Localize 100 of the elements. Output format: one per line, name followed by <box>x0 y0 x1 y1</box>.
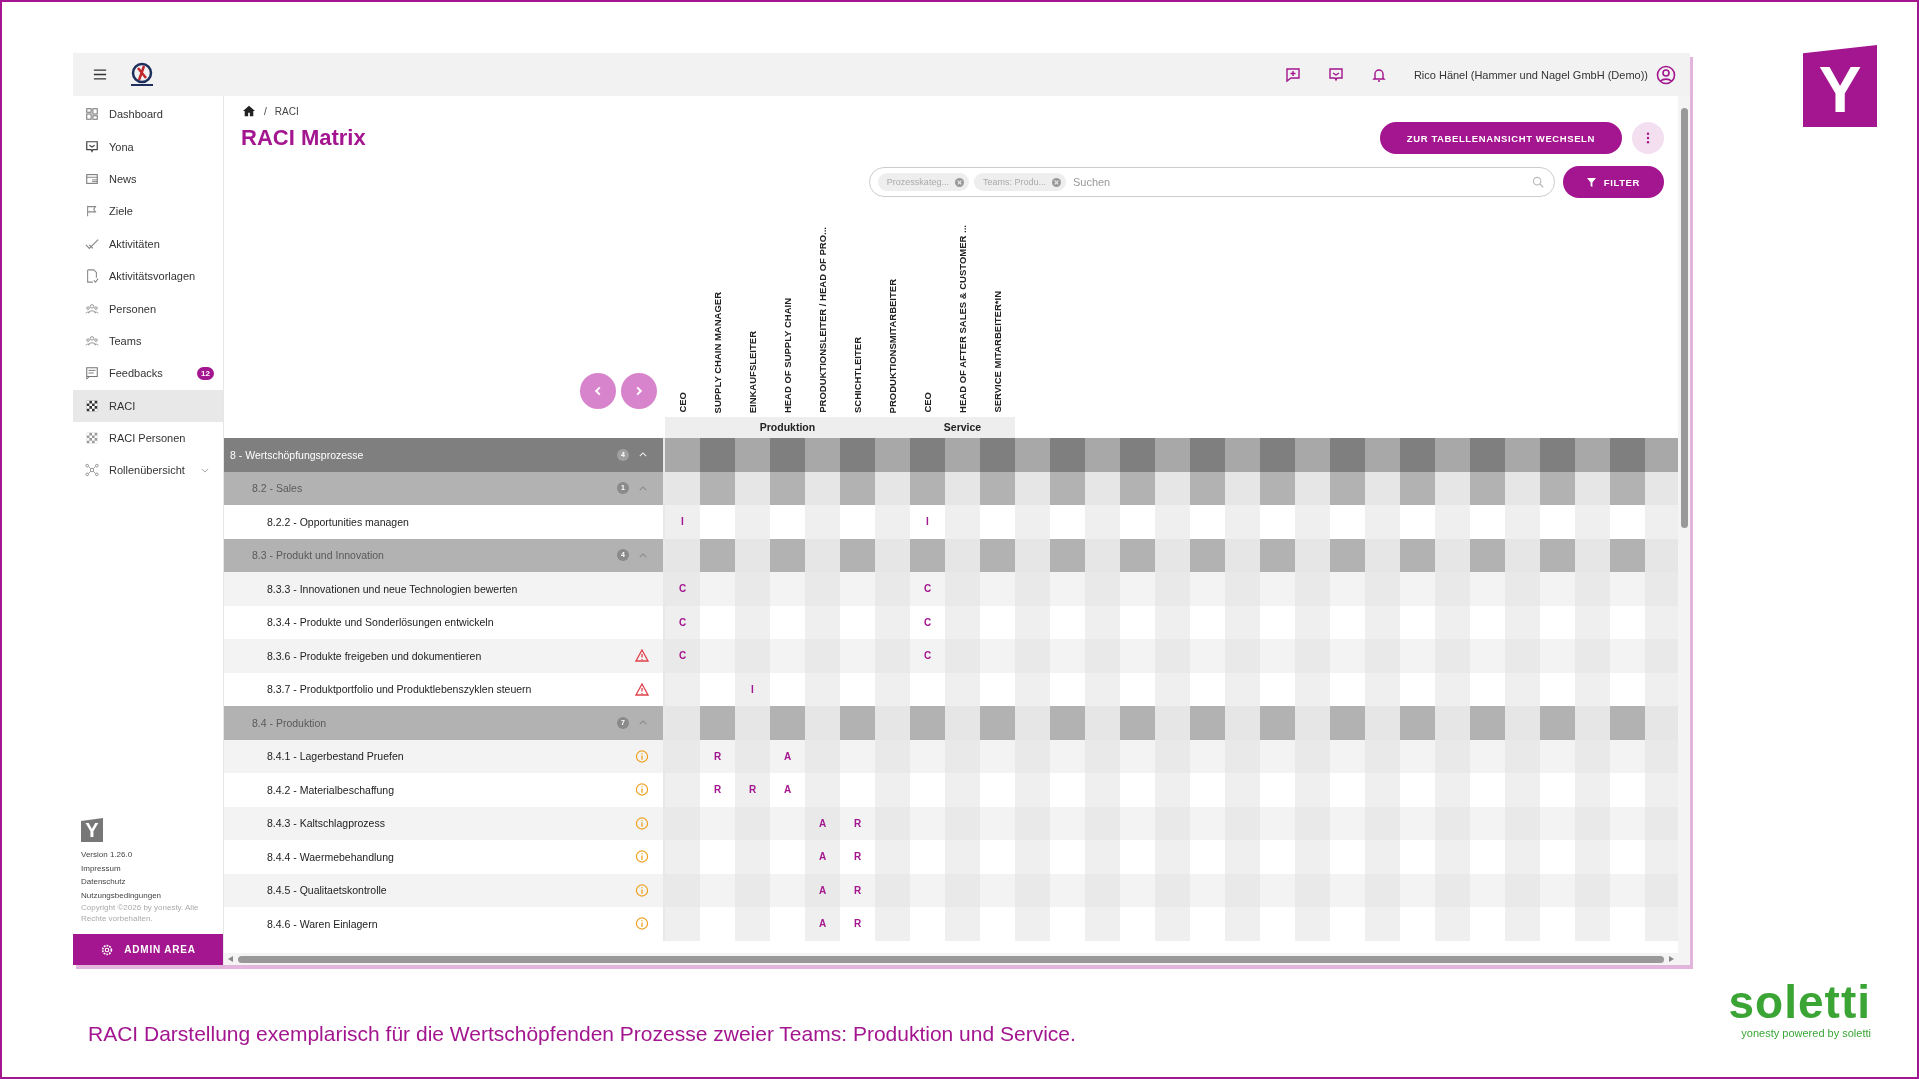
matrix-cell[interactable] <box>1295 438 1330 472</box>
matrix-cell[interactable]: C <box>665 572 700 606</box>
matrix-cell[interactable]: R <box>840 806 875 840</box>
matrix-cell[interactable] <box>1540 438 1575 472</box>
footer-link[interactable]: Datenschutz <box>81 875 223 889</box>
matrix-cell[interactable]: C <box>665 605 700 639</box>
matrix-cell[interactable] <box>1435 739 1470 773</box>
matrix-cell[interactable] <box>910 538 945 572</box>
matrix-cell[interactable] <box>1225 538 1260 572</box>
matrix-cell[interactable] <box>1435 538 1470 572</box>
matrix-cell[interactable] <box>1365 471 1400 505</box>
matrix-cell[interactable] <box>980 538 1015 572</box>
matrix-cell[interactable] <box>1470 572 1505 606</box>
matrix-cell[interactable] <box>840 706 875 740</box>
matrix-cell[interactable] <box>1050 438 1085 472</box>
matrix-cell[interactable] <box>1295 739 1330 773</box>
breadcrumb-item[interactable]: RACI <box>274 105 299 117</box>
matrix-cell[interactable] <box>1295 706 1330 740</box>
matrix-cell[interactable] <box>770 572 805 606</box>
admin-area-button[interactable]: ADMIN AREA <box>73 934 223 965</box>
matrix-cell[interactable] <box>1120 706 1155 740</box>
matrix-cell[interactable] <box>1225 706 1260 740</box>
matrix-cell[interactable] <box>1540 471 1575 505</box>
matrix-cell[interactable] <box>945 672 980 706</box>
matrix-cell[interactable] <box>1645 471 1678 505</box>
matrix-cell[interactable] <box>665 471 700 505</box>
process-row[interactable]: 8.4.5 - Qualitaetskontrolle <box>224 873 665 907</box>
matrix-cell[interactable] <box>1330 572 1365 606</box>
matrix-cell[interactable] <box>1575 672 1610 706</box>
matrix-cell[interactable] <box>875 538 910 572</box>
matrix-cell[interactable] <box>805 739 840 773</box>
matrix-cell[interactable] <box>875 739 910 773</box>
sidebar-item[interactable]: Aktivitäten <box>73 227 223 260</box>
matrix-cell[interactable]: C <box>665 639 700 673</box>
matrix-cell[interactable] <box>735 739 770 773</box>
matrix-cell[interactable] <box>1645 505 1678 539</box>
matrix-cell[interactable] <box>1155 438 1190 472</box>
matrix-cell[interactable] <box>1225 672 1260 706</box>
matrix-cell[interactable] <box>1155 572 1190 606</box>
matrix-cell[interactable] <box>665 739 700 773</box>
matrix-cell[interactable] <box>1190 538 1225 572</box>
matrix-cell[interactable] <box>1050 706 1085 740</box>
matrix-cell[interactable] <box>770 471 805 505</box>
matrix-cell[interactable] <box>875 706 910 740</box>
matrix-cell[interactable]: A <box>805 840 840 874</box>
sidebar-item[interactable]: Dashboard <box>73 98 223 131</box>
matrix-cell[interactable] <box>1015 438 1050 472</box>
menu-icon[interactable] <box>93 69 107 80</box>
matrix-cell[interactable] <box>1260 438 1295 472</box>
matrix-cell[interactable] <box>1645 672 1678 706</box>
footer-link[interactable]: Impressum <box>81 861 223 875</box>
matrix-cell[interactable]: C <box>910 639 945 673</box>
matrix-cell[interactable] <box>1330 438 1365 472</box>
matrix-cell[interactable] <box>735 572 770 606</box>
process-row[interactable]: 8.4.3 - Kaltschlagprozess <box>224 806 665 840</box>
matrix-cell[interactable] <box>1085 739 1120 773</box>
matrix-cell[interactable] <box>1610 438 1645 472</box>
sidebar-item[interactable]: Rollenübersicht <box>73 454 223 487</box>
matrix-cell[interactable] <box>1260 538 1295 572</box>
search-input[interactable]: Suchen <box>1070 175 1527 189</box>
matrix-cell[interactable] <box>1470 471 1505 505</box>
matrix-cell[interactable]: R <box>700 739 735 773</box>
matrix-cell[interactable] <box>1400 706 1435 740</box>
matrix-cell[interactable] <box>1225 438 1260 472</box>
matrix-cell[interactable] <box>1120 538 1155 572</box>
matrix-cell[interactable] <box>1295 572 1330 606</box>
matrix-cell[interactable] <box>1610 538 1645 572</box>
matrix-cell[interactable] <box>1225 739 1260 773</box>
matrix-cell[interactable] <box>1085 471 1120 505</box>
matrix-cell[interactable] <box>1575 572 1610 606</box>
matrix-cell[interactable] <box>945 706 980 740</box>
matrix-cell[interactable] <box>910 471 945 505</box>
matrix-cell[interactable] <box>1190 706 1225 740</box>
matrix-cell[interactable] <box>910 739 945 773</box>
matrix-cell[interactable] <box>1120 438 1155 472</box>
matrix-cell[interactable] <box>700 706 735 740</box>
matrix-cell[interactable] <box>980 438 1015 472</box>
matrix-cell[interactable] <box>1085 672 1120 706</box>
matrix-cell[interactable] <box>1540 706 1575 740</box>
matrix-cell[interactable] <box>1330 706 1365 740</box>
matrix-cell[interactable] <box>1400 739 1435 773</box>
matrix-cell[interactable] <box>1015 471 1050 505</box>
matrix-cell[interactable] <box>1645 739 1678 773</box>
matrix-cell[interactable] <box>980 471 1015 505</box>
matrix-cell[interactable] <box>980 739 1015 773</box>
matrix-cell[interactable] <box>1365 505 1400 539</box>
matrix-cell[interactable] <box>1260 572 1295 606</box>
matrix-cell[interactable] <box>805 538 840 572</box>
matrix-cell[interactable] <box>1155 505 1190 539</box>
matrix-cell[interactable] <box>1120 572 1155 606</box>
matrix-cell[interactable]: A <box>805 873 840 907</box>
matrix-cell[interactable] <box>1540 572 1575 606</box>
matrix-cell[interactable] <box>1400 538 1435 572</box>
matrix-cell[interactable] <box>700 438 735 472</box>
matrix-cell[interactable] <box>840 438 875 472</box>
matrix-cell[interactable] <box>1505 672 1540 706</box>
sidebar-item[interactable]: Feedbacks 12 <box>73 357 223 390</box>
matrix-cell[interactable] <box>1085 706 1120 740</box>
matrix-cell[interactable] <box>735 438 770 472</box>
matrix-cell[interactable] <box>1225 572 1260 606</box>
